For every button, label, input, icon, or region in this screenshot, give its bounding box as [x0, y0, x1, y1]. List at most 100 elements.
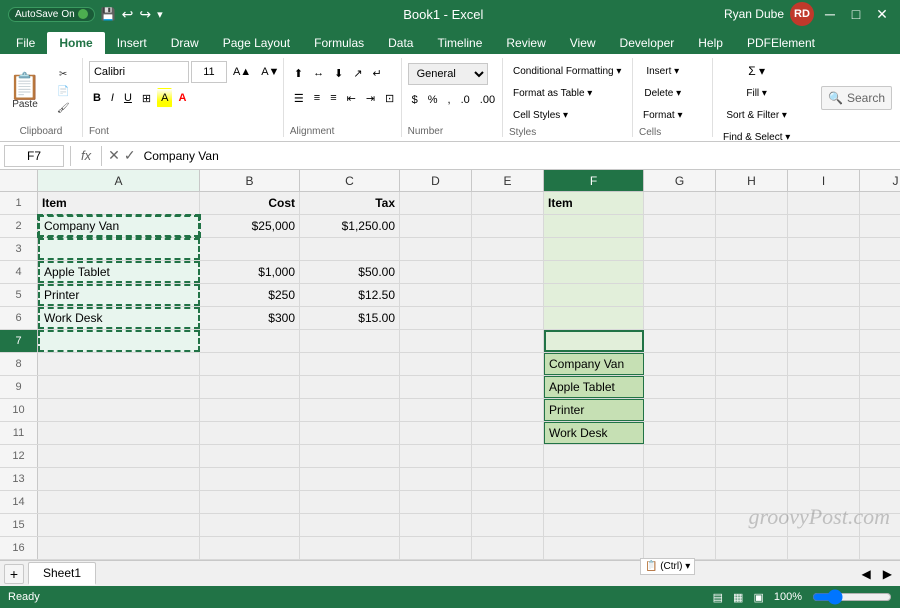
- cell-h4[interactable]: [716, 261, 788, 283]
- cell-i9[interactable]: [788, 376, 860, 398]
- cell-d1[interactable]: [400, 192, 472, 214]
- cell-f2[interactable]: [544, 215, 644, 237]
- cell-b14[interactable]: [200, 491, 300, 513]
- align-right-button[interactable]: ≡: [326, 88, 340, 108]
- cell-g12[interactable]: [644, 445, 716, 467]
- cell-f7[interactable]: [544, 330, 644, 352]
- cell-h15[interactable]: [716, 514, 788, 536]
- cell-f9[interactable]: Apple Tablet: [544, 376, 644, 398]
- merge-button[interactable]: ⊡: [381, 88, 398, 108]
- cell-c12[interactable]: [300, 445, 400, 467]
- cell-c5[interactable]: $12.50: [300, 284, 400, 306]
- fill-button[interactable]: Fill ▾: [719, 83, 794, 103]
- cell-b10[interactable]: [200, 399, 300, 421]
- cell-h6[interactable]: [716, 307, 788, 329]
- cell-g4[interactable]: [644, 261, 716, 283]
- row-num-15[interactable]: 15: [0, 514, 38, 536]
- cell-e15[interactable]: [472, 514, 544, 536]
- cell-g16[interactable]: [644, 537, 716, 559]
- cell-g10[interactable]: [644, 399, 716, 421]
- tab-review[interactable]: Review: [494, 32, 557, 54]
- cell-f14[interactable]: [544, 491, 644, 513]
- col-header-f[interactable]: F: [544, 170, 644, 191]
- tab-draw[interactable]: Draw: [159, 32, 211, 54]
- cell-c2[interactable]: $1,250.00: [300, 215, 400, 237]
- cell-b13[interactable]: [200, 468, 300, 490]
- view-preview[interactable]: ▣: [753, 591, 763, 604]
- cell-b9[interactable]: [200, 376, 300, 398]
- cell-e6[interactable]: [472, 307, 544, 329]
- cell-a5[interactable]: Printer: [38, 284, 200, 306]
- cell-d13[interactable]: [400, 468, 472, 490]
- add-sheet-button[interactable]: +: [4, 564, 24, 584]
- tab-developer[interactable]: Developer: [608, 32, 687, 54]
- cell-g1[interactable]: [644, 192, 716, 214]
- align-left-button[interactable]: ☰: [290, 88, 308, 108]
- number-format-select[interactable]: General Number Currency Percentage: [408, 63, 488, 85]
- cell-a3[interactable]: [38, 238, 200, 260]
- cell-a10[interactable]: [38, 399, 200, 421]
- cell-f4[interactable]: [544, 261, 644, 283]
- cell-h2[interactable]: [716, 215, 788, 237]
- font-size-increase[interactable]: A▲: [229, 62, 255, 82]
- tab-data[interactable]: Data: [376, 32, 425, 54]
- align-center-button[interactable]: ≡: [310, 88, 324, 108]
- cell-d10[interactable]: [400, 399, 472, 421]
- cell-a14[interactable]: [38, 491, 200, 513]
- bold-button[interactable]: B: [89, 88, 105, 108]
- cell-a2[interactable]: Company Van: [38, 215, 200, 237]
- conditional-formatting-button[interactable]: Conditional Formatting ▾: [509, 61, 625, 81]
- tab-page-layout[interactable]: Page Layout: [211, 32, 302, 54]
- cell-b1[interactable]: Cost: [200, 192, 300, 214]
- decrease-decimal-button[interactable]: .0: [457, 90, 474, 110]
- cell-g2[interactable]: [644, 215, 716, 237]
- cell-i7[interactable]: [788, 330, 860, 352]
- cell-c8[interactable]: [300, 353, 400, 375]
- font-color-button[interactable]: A: [174, 88, 190, 108]
- row-num-1[interactable]: 1: [0, 192, 38, 214]
- delete-button[interactable]: Delete ▾: [639, 83, 686, 103]
- row-num-9[interactable]: 9: [0, 376, 38, 398]
- cell-f15[interactable]: [544, 514, 644, 536]
- cell-g6[interactable]: [644, 307, 716, 329]
- cell-f13[interactable]: [544, 468, 644, 490]
- cell-i5[interactable]: [788, 284, 860, 306]
- tab-help[interactable]: Help: [686, 32, 735, 54]
- cell-e14[interactable]: [472, 491, 544, 513]
- tab-formulas[interactable]: Formulas: [302, 32, 376, 54]
- cell-i6[interactable]: [788, 307, 860, 329]
- row-num-2[interactable]: 2: [0, 215, 38, 237]
- cell-j9[interactable]: [860, 376, 900, 398]
- cell-a1[interactable]: Item: [38, 192, 200, 214]
- cell-c15[interactable]: [300, 514, 400, 536]
- cell-e7[interactable]: [472, 330, 544, 352]
- cell-g14[interactable]: [644, 491, 716, 513]
- cell-f11[interactable]: Work Desk: [544, 422, 644, 444]
- cell-d15[interactable]: [400, 514, 472, 536]
- cell-a4[interactable]: Apple Tablet: [38, 261, 200, 283]
- cell-g5[interactable]: [644, 284, 716, 306]
- row-num-14[interactable]: 14: [0, 491, 38, 513]
- cell-i16[interactable]: [788, 537, 860, 559]
- row-num-8[interactable]: 8: [0, 353, 38, 375]
- cell-d3[interactable]: [400, 238, 472, 260]
- cell-e5[interactable]: [472, 284, 544, 306]
- cell-a8[interactable]: [38, 353, 200, 375]
- paste-button[interactable]: 📋 Paste: [5, 71, 45, 112]
- view-layout[interactable]: ▦: [733, 591, 743, 604]
- cell-d4[interactable]: [400, 261, 472, 283]
- wrap-text-button[interactable]: ↵: [369, 63, 386, 83]
- formula-input[interactable]: [140, 147, 896, 165]
- align-bottom-button[interactable]: ⬇: [330, 63, 347, 83]
- underline-button[interactable]: U: [120, 88, 136, 108]
- cell-j1[interactable]: [860, 192, 900, 214]
- cell-b11[interactable]: [200, 422, 300, 444]
- col-header-g[interactable]: G: [644, 170, 716, 191]
- cell-i3[interactable]: [788, 238, 860, 260]
- cell-h3[interactable]: [716, 238, 788, 260]
- view-normal[interactable]: ▤: [713, 591, 723, 604]
- cell-h5[interactable]: [716, 284, 788, 306]
- increase-indent-button[interactable]: ⇥: [362, 88, 379, 108]
- cell-e13[interactable]: [472, 468, 544, 490]
- cell-d12[interactable]: [400, 445, 472, 467]
